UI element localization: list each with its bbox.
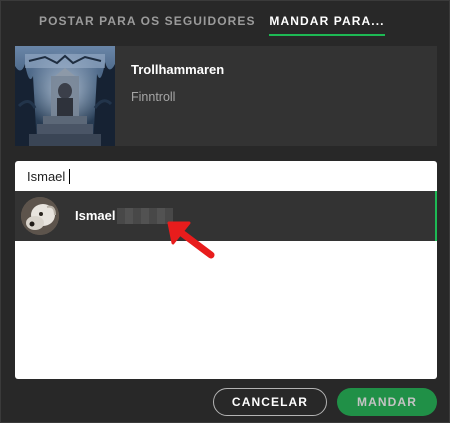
active-tab-indicator bbox=[269, 34, 385, 36]
result-item[interactable]: Ismael bbox=[15, 191, 437, 241]
recipient-search-input[interactable] bbox=[15, 161, 437, 191]
album-card: Trollhammaren Finntroll bbox=[15, 46, 437, 146]
selection-indicator bbox=[435, 191, 437, 241]
user-name: Ismael bbox=[75, 208, 116, 223]
cancel-button[interactable]: CANCELAR bbox=[213, 388, 327, 416]
share-dialog: POSTAR PARA OS SEGUIDORES MANDAR PARA... bbox=[0, 0, 450, 423]
tab-bar: POSTAR PARA OS SEGUIDORES MANDAR PARA... bbox=[1, 1, 449, 37]
recipient-search bbox=[15, 161, 437, 191]
text-caret bbox=[69, 169, 70, 184]
track-title: Trollhammaren bbox=[131, 62, 225, 77]
send-button[interactable]: MANDAR bbox=[337, 388, 437, 416]
results-list: Ismael bbox=[15, 191, 437, 379]
track-artist: Finntroll bbox=[131, 90, 176, 104]
tab-post-to-followers[interactable]: POSTAR PARA OS SEGUIDORES bbox=[39, 1, 255, 37]
tab-send-to[interactable]: MANDAR PARA... bbox=[269, 1, 385, 37]
red-arrow-annotation bbox=[167, 221, 215, 259]
user-avatar bbox=[21, 197, 59, 235]
album-cover-image bbox=[15, 46, 115, 146]
